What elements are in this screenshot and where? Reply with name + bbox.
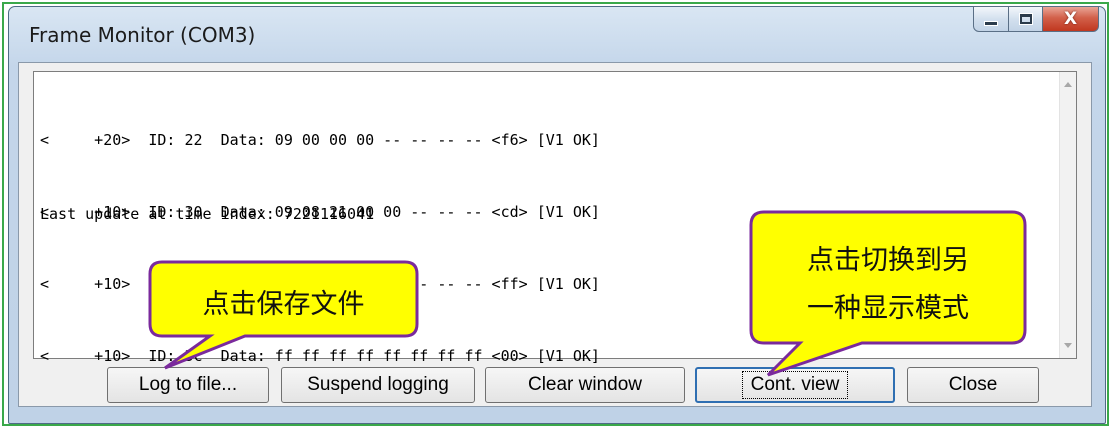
- switch-view-callout-line2: 一种显示模式: [807, 293, 969, 324]
- switch-view-callout-line1: 点击切换到另: [807, 245, 969, 276]
- callout-overlay: [148, 210, 1027, 377]
- save-file-callout-text: 点击保存文件: [202, 289, 365, 320]
